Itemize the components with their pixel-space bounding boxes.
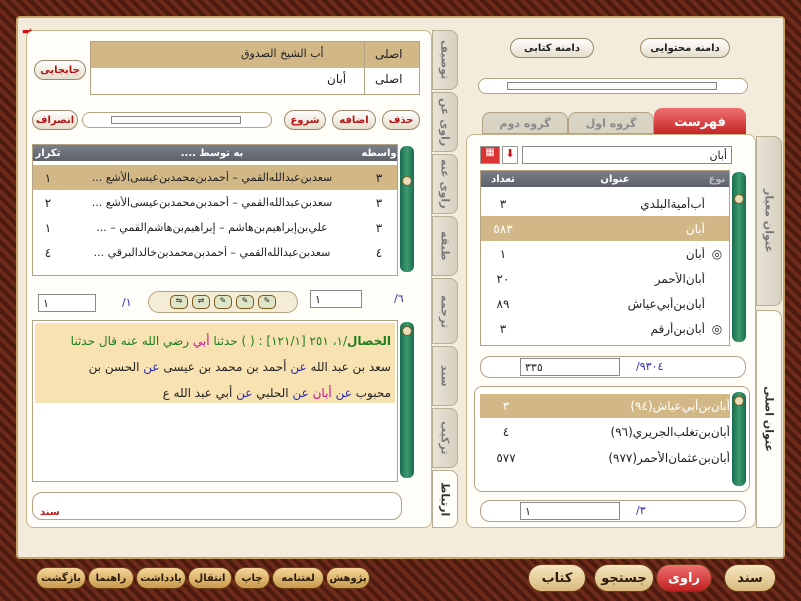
hadith-text-box: الخصال/١، ٢٥١ [١٢١/١] : ( ) حدثنا أبي رض… xyxy=(32,320,398,482)
right-ornament-field[interactable] xyxy=(478,78,748,94)
table-row[interactable]: ٣ سعدبن‌عبدالله‌القمي – أحمدبن‌محمدبن‌عي… xyxy=(33,165,397,190)
format-icon[interactable]: ⇋ xyxy=(170,295,188,309)
yaddasht-button[interactable]: یادداشت xyxy=(136,567,186,589)
list-item[interactable]: أبان‌الأحمر ٢٠ xyxy=(481,266,729,291)
mabjaei-button[interactable]: جابجایی xyxy=(34,60,86,80)
info-row2-value: أبان xyxy=(327,72,347,86)
sanad-button[interactable]: سند xyxy=(724,564,776,592)
tab-tabaqeh[interactable]: طبقه xyxy=(432,216,458,276)
hadith-source: الخصال xyxy=(346,334,391,348)
format-icon[interactable]: ⇌ xyxy=(192,295,210,309)
names-page-field[interactable]: ٣٣٥ xyxy=(520,358,620,376)
shoru-button[interactable]: شروع xyxy=(284,110,326,130)
list-item[interactable]: أبان‌بن‌تغلب‌الجريري(٩٦) ٤ xyxy=(480,420,730,444)
tab-tosif[interactable]: توصیف xyxy=(432,30,458,90)
tab-ravi-anhu[interactable]: راوی عنه xyxy=(432,154,458,214)
tab-sanad[interactable]: سند xyxy=(432,346,458,406)
dameneh-mohtavaei-button[interactable]: دامنه محتوایی xyxy=(640,38,730,58)
chain-table-scrollbar[interactable] xyxy=(400,146,414,272)
table-row[interactable]: ٣ سعدبن‌عبدالله‌القمي – أحمدبن‌محمدبن‌عي… xyxy=(33,190,397,215)
list-item[interactable]: أبان‌بن‌أبي‌عياش(٩٤) ٣ xyxy=(480,394,730,418)
tab-group2[interactable]: گروه دوم xyxy=(482,112,568,134)
rahnama-button[interactable]: راهنما xyxy=(88,567,134,589)
tab-ertebat[interactable]: ارتباط xyxy=(432,470,458,528)
table-row[interactable]: ٣ علي‌بن‌إبراهيم‌بن‌هاشم – إبراهيم‌بن‌ها… xyxy=(33,215,397,240)
chain-page-right-total: /٦ xyxy=(394,292,404,305)
asli-scrollbar[interactable] xyxy=(732,392,746,486)
table-row[interactable]: ٤ سعدبن‌عبدالله‌القمي – أحمدبن‌محمدبن‌خا… xyxy=(33,240,397,265)
bullseye-icon: ◎ xyxy=(711,246,723,261)
bazgasht-button[interactable]: بازگشت xyxy=(36,567,86,589)
chain-page-left-total: /١ xyxy=(122,296,132,309)
list-item[interactable]: أبان‌بن‌عثمان‌الأحمر(٩٧٧) ٥٧٧ xyxy=(480,446,730,470)
narrator-info-box: أب الشيخ الصدوق اصلی أبان اصلی xyxy=(90,41,420,95)
format-icon[interactable]: ✎ xyxy=(214,295,232,309)
names-scrollbar[interactable] xyxy=(732,172,746,342)
header-tekrar: تکرار xyxy=(35,147,61,159)
enseraf-button[interactable]: انصراف xyxy=(32,110,78,130)
loghatnameh-button[interactable]: لغتنامه xyxy=(272,567,324,589)
tab-group1[interactable]: گروه اول xyxy=(568,112,654,134)
format-icon[interactable]: ✎ xyxy=(236,295,254,309)
bullseye-icon: ◎ xyxy=(711,321,723,336)
info-row2-label: اصلی xyxy=(375,72,403,86)
chain-page-right-field[interactable]: ١ xyxy=(310,290,362,308)
header-be-tavasot: به توسط .... xyxy=(180,147,244,159)
search-input[interactable]: أبان xyxy=(522,146,732,164)
header-no: نوع xyxy=(708,173,726,185)
tab-ravi-an[interactable]: راوی عن xyxy=(432,92,458,152)
info-row1-label: اصلی xyxy=(375,47,403,61)
chain-table: واسطه به توسط .... تکرار ٣ سعدبن‌عبدالله… xyxy=(32,144,398,276)
keyboard-icon[interactable]: ▦ xyxy=(480,146,500,164)
list-item[interactable]: أب‌أمية‌البلدي ٣ xyxy=(481,191,729,216)
names-page-total: /٩٣٠٤ xyxy=(636,360,664,373)
hazf-button[interactable]: حذف xyxy=(382,110,420,130)
list-item[interactable]: أبان‌بن‌أبي‌عياش ٨٩ xyxy=(481,291,729,316)
tab-onvan-asli[interactable]: عنوان اصلی xyxy=(756,310,782,528)
list-item[interactable]: ◎ أبان ١ xyxy=(481,241,729,266)
info-row1-value: أب الشيخ الصدوق xyxy=(241,47,324,60)
tab-tarjomeh[interactable]: ترجمه xyxy=(432,278,458,344)
hadith-scrollbar[interactable] xyxy=(400,322,414,478)
dameneh-ketabi-button[interactable]: دامنه کتابی xyxy=(510,38,594,58)
asli-page-field[interactable]: ١ xyxy=(520,502,620,520)
list-item[interactable]: ◎ أبان‌بن‌أرقم ٣ xyxy=(481,316,729,341)
pazhoohesh-button[interactable]: پژوهش xyxy=(326,567,370,589)
hadith-footer xyxy=(32,492,402,520)
tab-onvan-meyar[interactable]: عنوان معیار xyxy=(756,136,782,306)
toolbar-ornament-field[interactable] xyxy=(82,112,272,128)
asli-page-total: /٣ xyxy=(636,504,646,517)
tab-fehrest[interactable]: فهرست xyxy=(654,108,746,136)
chain-page-left-field[interactable]: ١ xyxy=(38,294,96,312)
format-buttons: ⇋ ⇌ ✎ ✎ ✎ xyxy=(148,291,298,313)
arrow-down-icon[interactable]: ⬇ xyxy=(502,146,518,164)
jostejoo-button[interactable]: جستجو xyxy=(594,564,654,592)
header-onvan: عنوان xyxy=(600,173,630,185)
ezafeh-button[interactable]: اضافه xyxy=(332,110,376,130)
header-tedad: تعداد xyxy=(491,173,515,185)
asli-table: أبان‌بن‌أبي‌عياش(٩٤) ٣ أبان‌بن‌تغلب‌الجر… xyxy=(480,392,730,488)
ravi-button[interactable]: راوی xyxy=(656,564,712,592)
enteqal-button[interactable]: انتقال xyxy=(188,567,232,589)
tab-tarkib[interactable]: ترکیب xyxy=(432,408,458,468)
format-icon[interactable]: ✎ xyxy=(258,295,276,309)
hadith-footer-tag[interactable]: سند xyxy=(40,507,60,518)
header-vaseteh: واسطه xyxy=(361,147,397,159)
ketab-button[interactable]: کتاب xyxy=(528,564,586,592)
list-item[interactable]: أبان ٥٨٣ xyxy=(481,216,729,241)
names-table: نوع عنوان تعداد أب‌أمية‌البلدي ٣ أبان ٥٨… xyxy=(480,170,730,346)
chap-button[interactable]: چاپ xyxy=(234,567,270,589)
